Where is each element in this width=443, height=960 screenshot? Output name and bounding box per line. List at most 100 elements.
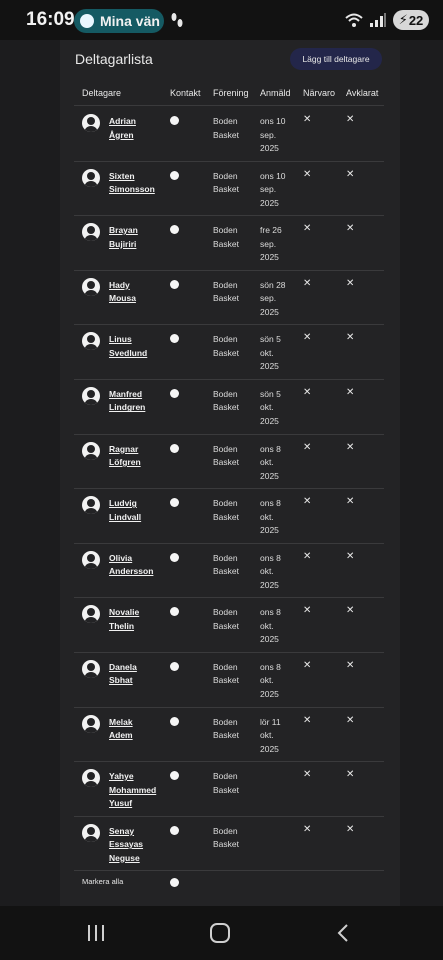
column-header-registered[interactable]: Anmäld bbox=[260, 88, 291, 98]
contact-radio[interactable] bbox=[170, 334, 179, 344]
avatar-icon bbox=[82, 223, 100, 242]
attendance-toggle[interactable]: ✕ bbox=[303, 278, 311, 289]
completed-toggle[interactable]: ✕ bbox=[346, 715, 354, 726]
table-row: Yahye Mohammed Yusuf Boden Basket ✕ ✕ bbox=[74, 762, 384, 817]
column-header-club[interactable]: Förening bbox=[213, 88, 249, 98]
completed-toggle[interactable]: ✕ bbox=[346, 387, 354, 398]
participant-name-link[interactable]: Sixten Simonsson bbox=[109, 170, 165, 197]
participant-name-link[interactable]: Hady Mousa bbox=[109, 279, 165, 306]
table-header: Deltagare Kontakt Förening Anmäld Närvar… bbox=[74, 88, 384, 106]
registered-date-cell: ons 8 okt. 2025 bbox=[260, 661, 298, 702]
participant-name-link[interactable]: Senay Essayas Neguse bbox=[109, 825, 165, 866]
completed-toggle[interactable]: ✕ bbox=[346, 223, 354, 234]
name-line: Simonsson bbox=[109, 184, 155, 195]
contact-radio[interactable] bbox=[170, 661, 179, 671]
home-icon[interactable] bbox=[210, 923, 230, 943]
participant-name-link[interactable]: Novalie Thelin bbox=[109, 606, 165, 633]
completed-toggle[interactable]: ✕ bbox=[346, 660, 354, 671]
select-all-row: Markera alla bbox=[74, 872, 384, 892]
add-participant-button[interactable]: Lägg till deltagare bbox=[290, 48, 382, 70]
attendance-toggle[interactable]: ✕ bbox=[303, 496, 311, 507]
notification-pill[interactable]: Mina vän bbox=[74, 9, 164, 33]
attendance-toggle[interactable]: ✕ bbox=[303, 715, 311, 726]
completed-toggle[interactable]: ✕ bbox=[346, 169, 354, 180]
attendance-toggle[interactable]: ✕ bbox=[303, 824, 311, 835]
contact-radio[interactable] bbox=[170, 498, 179, 508]
contact-radio[interactable] bbox=[170, 225, 179, 235]
participant-name-link[interactable]: Yahye Mohammed Yusuf bbox=[109, 770, 165, 811]
contact-radio[interactable] bbox=[170, 279, 179, 289]
attendance-toggle[interactable]: ✕ bbox=[303, 605, 311, 616]
date-line: 2025 bbox=[260, 525, 279, 536]
name-line: Ludvig bbox=[109, 498, 137, 509]
completed-toggle[interactable]: ✕ bbox=[346, 769, 354, 780]
club-cell: Boden Basket bbox=[213, 279, 255, 306]
name-line: Bujiriri bbox=[109, 238, 137, 249]
back-icon[interactable] bbox=[336, 923, 350, 943]
contact-radio[interactable] bbox=[170, 443, 179, 453]
attendance-toggle[interactable]: ✕ bbox=[303, 169, 311, 180]
participant-name-link[interactable]: Ludvig Lindvall bbox=[109, 497, 165, 524]
table-row: Olivia Andersson Boden Basket ons 8 okt. 2025 ✕… bbox=[74, 544, 384, 599]
contact-radio[interactable] bbox=[170, 388, 179, 398]
completed-toggle[interactable]: ✕ bbox=[346, 824, 354, 835]
table-row: Manfred Lindgren Boden Basket sön 5 okt. 2025 ✕… bbox=[74, 380, 384, 435]
participant-name-link[interactable]: Melak Adem bbox=[109, 716, 165, 743]
attendance-toggle[interactable]: ✕ bbox=[303, 223, 311, 234]
page-title: Deltagarlista bbox=[75, 51, 153, 67]
attendance-toggle[interactable]: ✕ bbox=[303, 332, 311, 343]
column-header-participant[interactable]: Deltagare bbox=[82, 88, 121, 98]
participant-name-link[interactable]: Danela Sbhat bbox=[109, 661, 165, 688]
participant-name-link[interactable]: Manfred Lindgren bbox=[109, 388, 165, 415]
column-header-contact[interactable]: Kontakt bbox=[170, 88, 201, 98]
battery-charging-icon: ⚡ 22 bbox=[393, 10, 429, 30]
club-line: Boden bbox=[213, 170, 238, 181]
completed-toggle[interactable]: ✕ bbox=[346, 551, 354, 562]
participant-name-link[interactable]: Adrian Ågren bbox=[109, 115, 165, 142]
name-line: Lindvall bbox=[109, 511, 142, 522]
signal-icon bbox=[370, 13, 386, 27]
completed-toggle[interactable]: ✕ bbox=[346, 442, 354, 453]
contact-radio[interactable] bbox=[170, 716, 179, 726]
contact-radio[interactable] bbox=[170, 771, 179, 781]
completed-toggle[interactable]: ✕ bbox=[346, 278, 354, 289]
registered-date-cell: ons 10 sep. 2025 bbox=[260, 115, 298, 156]
contact-radio[interactable] bbox=[170, 607, 179, 617]
recent-apps-icon[interactable] bbox=[86, 924, 106, 942]
column-header-completed[interactable]: Avklarat bbox=[346, 88, 378, 98]
club-cell: Boden Basket bbox=[213, 497, 255, 524]
attendance-toggle[interactable]: ✕ bbox=[303, 769, 311, 780]
wifi-icon bbox=[345, 13, 363, 27]
attendance-toggle[interactable]: ✕ bbox=[303, 114, 311, 125]
status-bar: 16:09 Mina vän ⚡ 22 bbox=[0, 0, 443, 40]
date-line: sep. bbox=[260, 129, 277, 140]
column-header-attendance[interactable]: Närvaro bbox=[303, 88, 335, 98]
contact-radio[interactable] bbox=[170, 825, 179, 835]
date-line: sep. bbox=[260, 238, 277, 249]
participant-name-link[interactable]: Olivia Andersson bbox=[109, 552, 165, 579]
attendance-toggle[interactable]: ✕ bbox=[303, 442, 311, 453]
contact-radio[interactable] bbox=[170, 116, 179, 125]
participant-name-link[interactable]: Brayan Bujiriri bbox=[109, 224, 165, 251]
attendance-toggle[interactable]: ✕ bbox=[303, 551, 311, 562]
avatar-icon bbox=[82, 605, 100, 624]
participant-name-link[interactable]: Ragnar Löfgren bbox=[109, 443, 165, 470]
date-line: 2025 bbox=[260, 143, 279, 153]
completed-toggle[interactable]: ✕ bbox=[346, 332, 354, 343]
avatar-icon bbox=[82, 441, 100, 460]
date-line: okt. bbox=[260, 511, 274, 522]
date-line: sön 5 bbox=[260, 334, 281, 345]
club-line: Boden bbox=[213, 716, 238, 727]
contact-radio[interactable] bbox=[170, 170, 179, 180]
contact-radio[interactable] bbox=[170, 552, 179, 562]
name-line: Olivia bbox=[109, 552, 133, 563]
completed-toggle[interactable]: ✕ bbox=[346, 114, 354, 125]
attendance-toggle[interactable]: ✕ bbox=[303, 660, 311, 671]
participant-name-link[interactable]: Linus Svedlund bbox=[109, 333, 165, 360]
select-all-radio[interactable] bbox=[170, 878, 179, 887]
name-line: Ågren bbox=[109, 129, 134, 140]
attendance-toggle[interactable]: ✕ bbox=[303, 387, 311, 398]
completed-toggle[interactable]: ✕ bbox=[346, 605, 354, 616]
club-line: Boden bbox=[213, 661, 238, 672]
completed-toggle[interactable]: ✕ bbox=[346, 496, 354, 507]
